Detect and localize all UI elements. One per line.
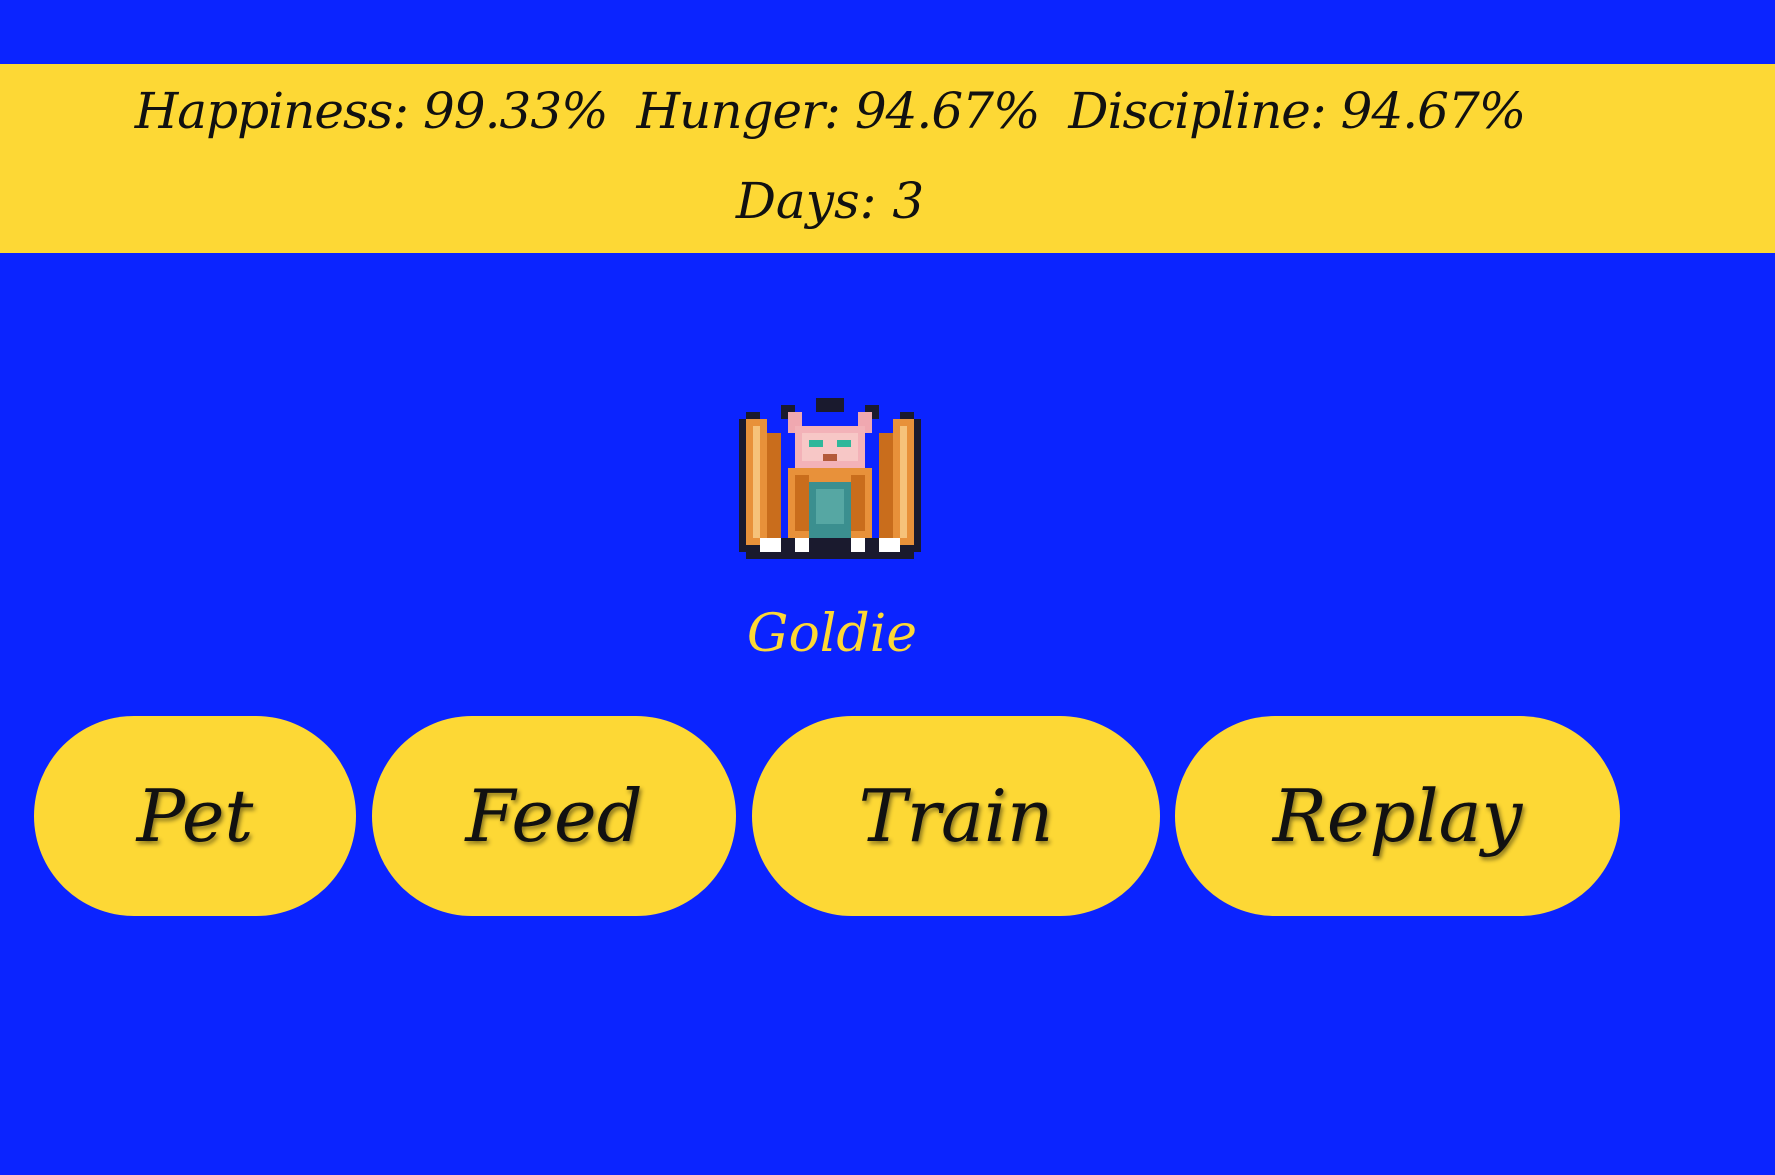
pet-sprite-icon: [732, 398, 928, 573]
hunger-value: 94.67%: [854, 82, 1041, 140]
pet-button[interactable]: Pet: [34, 716, 356, 916]
happiness-label: Happiness:: [134, 82, 409, 140]
stats-bar: Happiness: 99.33% Hunger: 94.67% Discipl…: [0, 64, 1775, 253]
feed-button[interactable]: Feed: [372, 716, 736, 916]
replay-button[interactable]: Replay: [1175, 716, 1620, 916]
hunger-label: Hunger:: [636, 82, 841, 140]
stats-line: Happiness: 99.33% Hunger: 94.67% Discipl…: [0, 82, 1660, 140]
train-button[interactable]: Train: [752, 716, 1160, 916]
days-label: Days:: [735, 172, 877, 230]
winged-cat-creature-icon: [739, 398, 921, 559]
happiness-value: 99.33%: [422, 82, 609, 140]
days-line: Days: 3: [0, 172, 1660, 230]
days-value: 3: [892, 172, 925, 230]
discipline-value: 94.67%: [1340, 82, 1527, 140]
pet-name: Goldie: [746, 604, 918, 664]
discipline-label: Discipline:: [1068, 82, 1326, 140]
